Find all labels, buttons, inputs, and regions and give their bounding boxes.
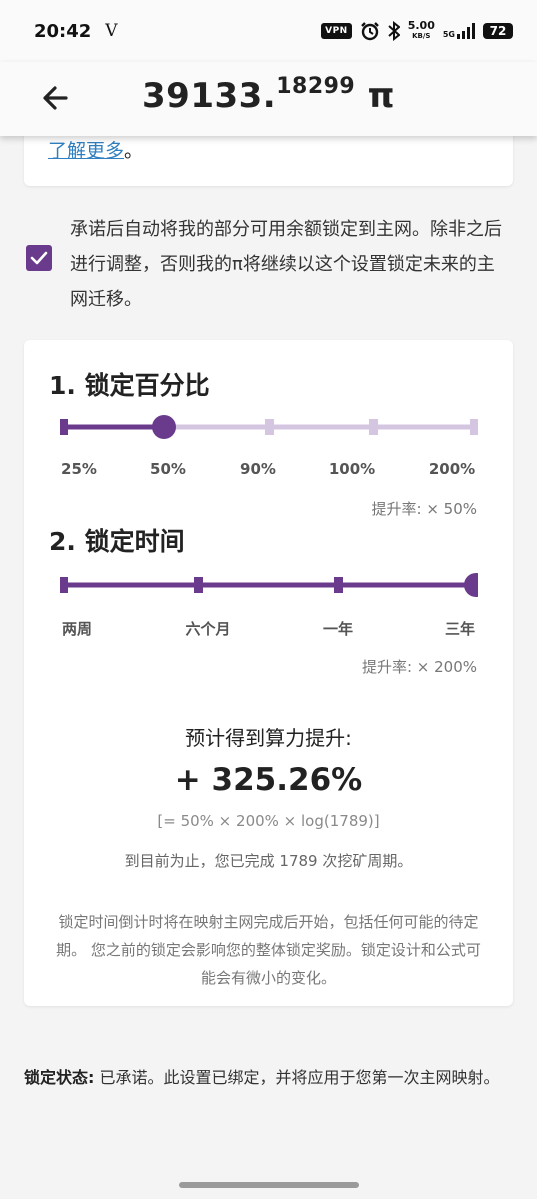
pi-symbol: π: [367, 76, 395, 116]
signal-icon: [457, 23, 475, 39]
estimate-formula: [= 50% × 200% × log(1789)]: [157, 812, 380, 830]
pct-option-90[interactable]: 90%: [240, 460, 276, 478]
time-option-two-weeks[interactable]: 两周: [62, 618, 92, 639]
pct-slider-thumb: [152, 415, 176, 439]
pct-option-25[interactable]: 25%: [61, 460, 97, 478]
lock-time-title: 2. 锁定时间: [49, 527, 185, 556]
carrier-icon: V: [105, 21, 118, 41]
alarm-icon: [360, 22, 379, 41]
lockup-card: 1. 锁定百分比 25% 50% 90% 100% 200% 提升率: × 50…: [24, 340, 513, 1006]
time-tick-2: [334, 577, 343, 593]
estimate-value: + 325.26%: [174, 762, 363, 798]
pct-tick-0: [60, 419, 68, 435]
vpn-icon: VPN: [321, 23, 352, 39]
balance-decimal: 18299: [276, 74, 356, 99]
pct-tick-4: [470, 419, 478, 435]
commit-checkbox[interactable]: [26, 245, 52, 271]
time-tick-1: [194, 577, 203, 593]
learn-more-suffix: 。: [124, 140, 144, 162]
checkmark-icon: [30, 251, 48, 265]
learn-more-link[interactable]: 了解更多: [48, 140, 124, 162]
time-tick-0: [60, 577, 68, 593]
lock-percentage-title: 1. 锁定百分比: [49, 371, 210, 400]
lock-status: 锁定状态: 已承诺。此设置已绑定，并将应用于您第一次主网映射。: [24, 1060, 513, 1096]
home-indicator[interactable]: [179, 1182, 359, 1188]
estimate-title: 预计得到算力提升:: [185, 726, 352, 750]
bluetooth-icon: [388, 21, 400, 41]
pct-tick-2: [265, 419, 274, 435]
commitment-text: 承诺后自动将我的部分可用余额锁定到主网。除非之后进行调整，否则我的π将继续以这个…: [70, 219, 502, 310]
time-slider-thumb: [464, 573, 478, 597]
mining-sessions-text: 到目前为止，您已完成 1789 次挖矿周期。: [124, 852, 413, 870]
status-time: 20:42: [34, 20, 92, 42]
signal-group: 5G: [443, 23, 475, 39]
time-option-three-years[interactable]: 三年: [445, 618, 475, 639]
lock-status-label: 锁定状态:: [24, 1068, 95, 1087]
network-speed: 5.00 KB/S: [408, 20, 435, 41]
time-option-one-year[interactable]: 一年: [323, 618, 353, 639]
network-type: 5G: [442, 30, 455, 39]
lock-time-slider[interactable]: [60, 570, 478, 600]
pct-option-100[interactable]: 100%: [329, 460, 375, 478]
time-boost-rate: 提升率: × 200%: [361, 658, 477, 676]
lock-status-text: 已承诺。此设置已绑定，并将应用于您第一次主网映射。: [94, 1068, 500, 1087]
learn-more-line: 了解更多。: [48, 136, 143, 163]
pct-boost-rate: 提升率: × 50%: [371, 500, 478, 518]
status-icons: VPN 5.00 KB/S 5G 72: [321, 20, 513, 41]
app-bar: 39133.18299 π: [0, 62, 537, 136]
lockup-note: 锁定时间倒计时将在映射主网完成后开始，包括任何可能的待定期。 您之前的锁定会影响…: [56, 913, 481, 987]
speed-unit: KB/S: [412, 32, 431, 40]
pct-option-200[interactable]: 200%: [429, 460, 475, 478]
pi-balance: 39133.18299 π: [0, 74, 537, 116]
pct-option-50[interactable]: 50%: [150, 460, 186, 478]
lock-percentage-slider[interactable]: [60, 412, 478, 442]
balance-integer: 39133.: [142, 76, 277, 116]
time-option-six-months[interactable]: 六个月: [185, 618, 230, 639]
status-bar: 20:42 V VPN 5.00 KB/S 5G 72: [0, 0, 537, 62]
battery-icon: 72: [483, 23, 513, 39]
pct-tick-3: [369, 419, 378, 435]
